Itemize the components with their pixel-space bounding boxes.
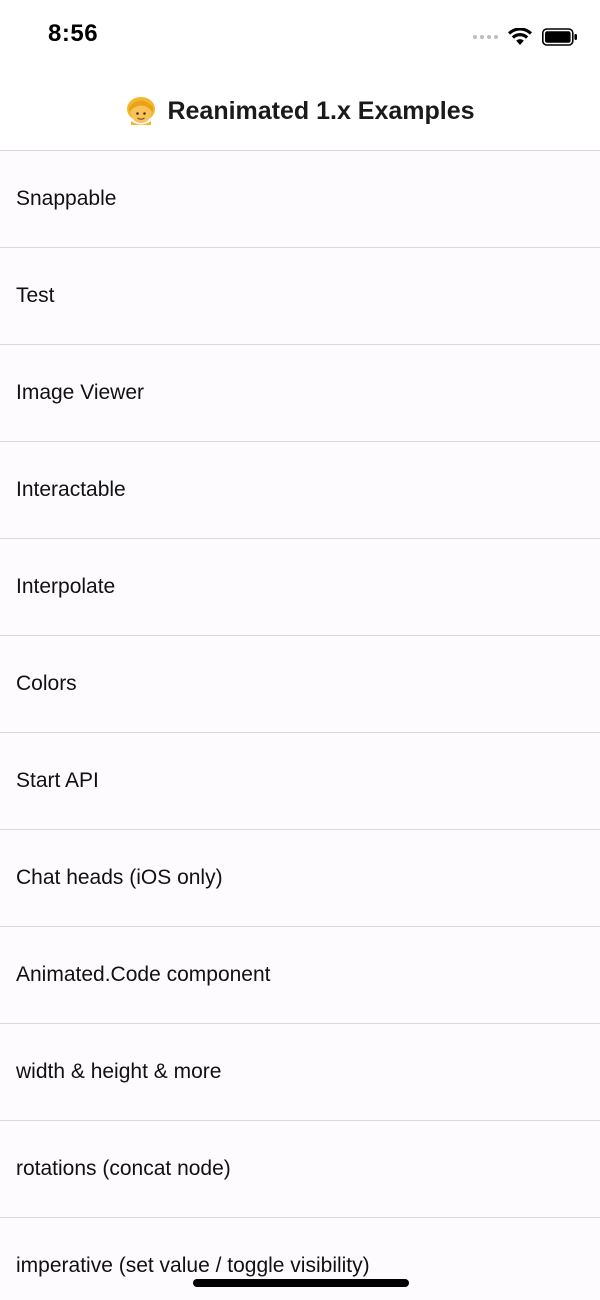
- list-item-colors[interactable]: Colors: [0, 636, 600, 733]
- list-item-snappable[interactable]: Snappable: [0, 151, 600, 248]
- list-item-label: Image Viewer: [16, 381, 145, 404]
- status-bar: 8:56: [0, 0, 600, 72]
- home-indicator[interactable]: [193, 1279, 409, 1287]
- list-item-label: Start API: [16, 769, 99, 792]
- list-item-label: Chat heads (iOS only): [16, 866, 223, 889]
- list-item-label: Snappable: [16, 187, 117, 210]
- list-item-interpolate[interactable]: Interpolate: [0, 539, 600, 636]
- status-time: 8:56: [48, 20, 99, 47]
- navigation-header: Reanimated 1.x Examples: [0, 72, 600, 151]
- list-item-label: Interpolate: [16, 575, 116, 598]
- person-with-headscarf-icon: [127, 97, 156, 125]
- list-item-label: width & height & more: [16, 1060, 222, 1083]
- list-item-animated-code[interactable]: Animated.Code component: [0, 927, 600, 1024]
- list-item-label: Test: [16, 284, 55, 307]
- list-item-width-height[interactable]: width & height & more: [0, 1024, 600, 1121]
- examples-list: Snappable Test Image Viewer Interactable…: [0, 151, 600, 1300]
- list-item-interactable[interactable]: Interactable: [0, 442, 600, 539]
- list-item-label: Animated.Code component: [16, 963, 271, 986]
- app-screen: 8:56 Reanimated 1.x Examples Snappable T…: [0, 0, 600, 1300]
- list-item-label: imperative (set value / toggle visibilit…: [16, 1254, 370, 1277]
- wifi-icon: [508, 28, 532, 45]
- list-item-label: Colors: [16, 672, 77, 695]
- battery-icon: [542, 28, 577, 46]
- page-title: Reanimated 1.x Examples: [167, 96, 475, 125]
- status-icons: [473, 24, 578, 50]
- list-item-image-viewer[interactable]: Image Viewer: [0, 345, 600, 442]
- list-item-chat-heads[interactable]: Chat heads (iOS only): [0, 830, 600, 927]
- list-item-rotations[interactable]: rotations (concat node): [0, 1121, 600, 1218]
- list-item-label: rotations (concat node): [16, 1157, 231, 1180]
- cellular-signal-icon: [473, 35, 498, 39]
- list-item-imperative[interactable]: imperative (set value / toggle visibilit…: [0, 1218, 600, 1300]
- list-item-test[interactable]: Test: [0, 248, 600, 345]
- list-item-label: Interactable: [16, 478, 126, 501]
- list-item-start-api[interactable]: Start API: [0, 733, 600, 830]
